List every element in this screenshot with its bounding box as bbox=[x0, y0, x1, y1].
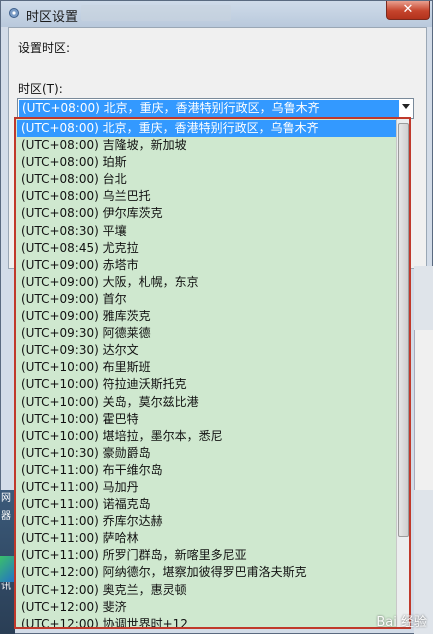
timezone-option[interactable]: (UTC+08:00) 伊尔库茨克 bbox=[17, 205, 397, 222]
timezone-option[interactable]: (UTC+12:00) 奥克兰，惠灵顿 bbox=[17, 582, 397, 599]
timezone-option[interactable]: (UTC+08:00) 吉隆坡，新加坡 bbox=[17, 137, 397, 154]
timezone-option[interactable]: (UTC+09:00) 赤塔市 bbox=[17, 257, 397, 274]
timezone-option[interactable]: (UTC+08:00) 北京，重庆，香港特别行政区，乌鲁木齐 bbox=[17, 120, 397, 138]
timezone-option[interactable]: (UTC+09:30) 达尔文 bbox=[17, 342, 397, 359]
timezone-option[interactable]: (UTC+10:00) 布里斯班 bbox=[17, 359, 397, 376]
timezone-option[interactable]: (UTC+10:00) 霍巴特 bbox=[17, 411, 397, 428]
timezone-option[interactable]: (UTC+11:00) 诺福克岛 bbox=[17, 496, 397, 513]
timezone-list: (UTC+08:00) 北京，重庆，香港特别行政区，乌鲁木齐 (UTC+08:00… bbox=[17, 120, 397, 627]
timezone-option[interactable]: (UTC+11:00) 布干维尔岛 bbox=[17, 462, 397, 479]
timezone-option[interactable]: (UTC+08:30) 平壤 bbox=[17, 223, 397, 240]
window-title: 时区设置 bbox=[26, 10, 79, 25]
background-panel bbox=[414, 330, 433, 490]
timezone-option[interactable]: (UTC+08:45) 尤克拉 bbox=[17, 240, 397, 257]
timezone-combobox[interactable]: (UTC+08:00) 北京，重庆，香港特别行政区，乌鲁木齐 bbox=[17, 98, 414, 119]
set-timezone-prompt: 设置时区: bbox=[18, 41, 71, 55]
timezone-option[interactable]: (UTC+09:30) 阿德莱德 bbox=[17, 325, 397, 342]
background-text: 网 bbox=[1, 493, 11, 504]
timezone-combobox-value: (UTC+08:00) 北京，重庆，香港特别行政区，乌鲁木齐 bbox=[19, 100, 399, 117]
timezone-option[interactable]: (UTC+12:00) 斐济 bbox=[17, 599, 397, 616]
timezone-label: 时区(T): bbox=[18, 82, 63, 96]
timezone-option[interactable]: (UTC+11:00) 萨哈林 bbox=[17, 530, 397, 547]
timezone-option[interactable]: (UTC+11:00) 马加丹 bbox=[17, 479, 397, 496]
timezone-option[interactable]: (UTC+10:00) 符拉迪沃斯托克 bbox=[17, 376, 397, 393]
timezone-option[interactable]: (UTC+11:00) 所罗门群岛，新喀里多尼亚 bbox=[17, 547, 397, 564]
timezone-dropdown-list[interactable]: (UTC+08:00) 北京，重庆，香港特别行政区，乌鲁木齐 (UTC+08:00… bbox=[14, 117, 411, 629]
timezone-option[interactable]: (UTC+10:00) 关岛，莫尔兹比港 bbox=[17, 394, 397, 411]
watermark: Bai 经验 bbox=[376, 615, 427, 630]
vertical-scrollbar[interactable] bbox=[396, 119, 409, 627]
timezone-option[interactable]: (UTC+08:00) 珀斯 bbox=[17, 154, 397, 171]
settings-icon bbox=[9, 8, 19, 18]
timezone-option[interactable]: (UTC+09:00) 雅库茨克 bbox=[17, 308, 397, 325]
close-button[interactable]: ✕ bbox=[386, 1, 430, 20]
timezone-option[interactable]: (UTC+09:00) 大阪，札幌，东京 bbox=[17, 274, 397, 291]
scrollbar-thumb[interactable] bbox=[398, 123, 409, 537]
timezone-option[interactable]: (UTC+08:00) 乌兰巴托 bbox=[17, 188, 397, 205]
background-text: 器 bbox=[1, 511, 11, 522]
app-icon bbox=[0, 556, 15, 582]
title-ghost-text bbox=[81, 5, 231, 21]
title-bar[interactable]: 时区设置 ✕ bbox=[1, 1, 432, 27]
timezone-option[interactable]: (UTC+10:30) 豪勋爵岛 bbox=[17, 445, 397, 462]
timezone-option[interactable]: (UTC+09:00) 首尔 bbox=[17, 291, 397, 308]
timezone-option[interactable]: (UTC+08:00) 台北 bbox=[17, 171, 397, 188]
timezone-option[interactable]: (UTC+12:00) 阿纳德尔，堪察加彼得罗巴甫洛夫斯克 bbox=[17, 564, 397, 581]
chevron-down-icon[interactable] bbox=[402, 104, 410, 109]
timezone-option[interactable]: (UTC+12:00) 协调世界时+12 bbox=[17, 616, 397, 627]
timezone-option[interactable]: (UTC+10:00) 堪培拉，墨尔本，悉尼 bbox=[17, 428, 397, 445]
timezone-option[interactable]: (UTC+11:00) 乔库尔达赫 bbox=[17, 513, 397, 530]
